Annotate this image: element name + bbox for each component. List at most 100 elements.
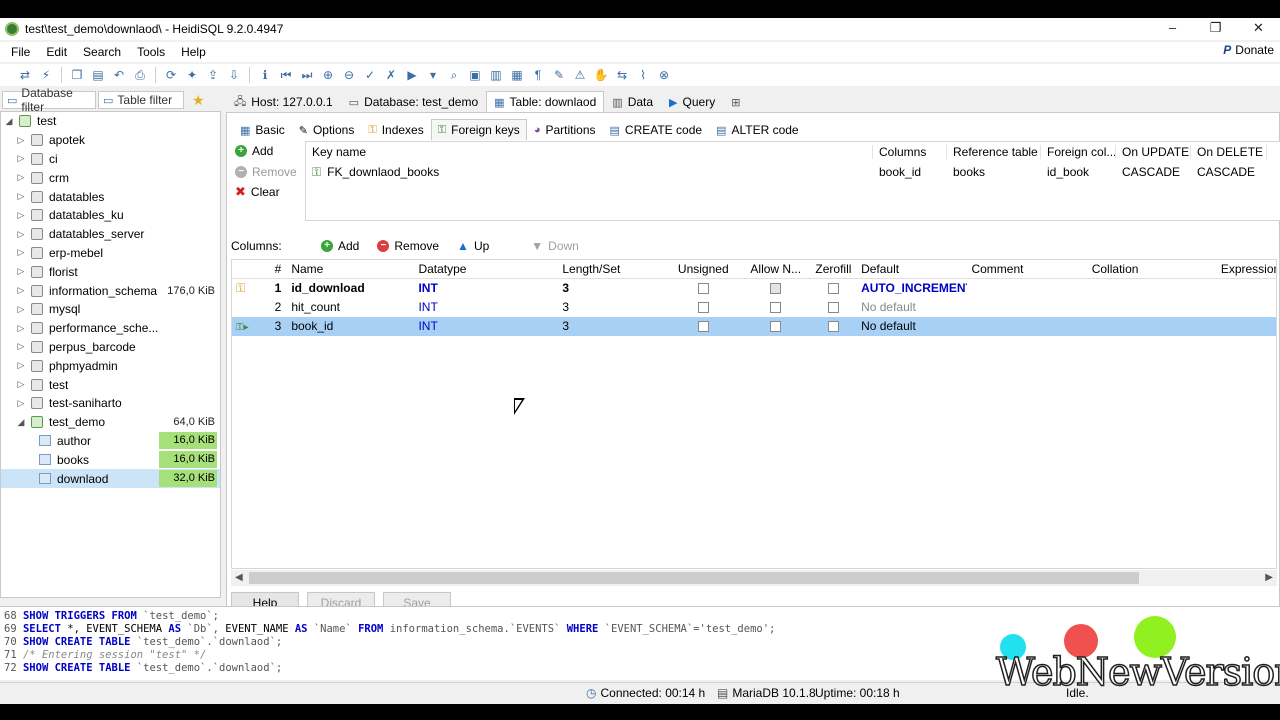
post-icon[interactable]: ✓	[361, 66, 379, 84]
default-cell[interactable]: No default	[857, 298, 967, 317]
fk-remove-button[interactable]: − Remove	[231, 162, 301, 183]
column-add-button[interactable]: + Add	[321, 239, 359, 253]
fk-header-key-name[interactable]: Key name	[306, 145, 873, 159]
expand-icon[interactable]: ▷	[15, 379, 27, 390]
zerofill-checkbox[interactable]	[827, 321, 839, 333]
expand-icon[interactable]: ▷	[15, 153, 27, 164]
tree-db-item[interactable]: ▷ performance_sche...	[1, 319, 220, 338]
zerofill-checkbox[interactable]	[827, 283, 839, 295]
tree-db-item[interactable]: ▷ datatables_ku	[1, 206, 220, 225]
print-icon[interactable]: ⎙	[131, 66, 149, 84]
header-datatype[interactable]: Datatype	[414, 260, 558, 279]
tab-table[interactable]: ▦ Table: downlaod	[486, 91, 605, 112]
header-length[interactable]: Length/Set	[558, 260, 661, 279]
allow-null-checkbox[interactable]	[770, 302, 782, 314]
insert-record-icon[interactable]: ⊕	[319, 66, 337, 84]
unsigned-checkbox[interactable]	[697, 321, 709, 333]
collation-cell[interactable]	[1088, 298, 1217, 317]
length-cell[interactable]: 3	[558, 298, 661, 317]
collation-cell[interactable]	[1088, 317, 1217, 336]
scrollbar-thumb[interactable]	[249, 572, 1139, 584]
undo-icon[interactable]: ↶	[110, 66, 128, 84]
expand-icon[interactable]: ▷	[15, 285, 27, 296]
table-filter-input[interactable]: ▭ Table filter	[98, 91, 184, 109]
menu-file[interactable]: File	[6, 45, 35, 59]
wrap-icon[interactable]: ⇆	[613, 66, 631, 84]
fk-columns-cell[interactable]: book_id	[873, 165, 947, 179]
fk-header-columns[interactable]: Columns	[873, 145, 947, 159]
refresh-icon[interactable]: ⟳	[162, 66, 180, 84]
header-expression[interactable]: Expression	[1217, 260, 1276, 279]
unsigned-checkbox[interactable]	[697, 283, 709, 295]
user-manager-icon[interactable]: ✦	[183, 66, 201, 84]
tree-table-item[interactable]: downlaod 32,0 KiB	[1, 469, 220, 488]
fk-header-on-delete[interactable]: On DELETE	[1191, 145, 1267, 159]
expression-cell[interactable]	[1217, 298, 1276, 317]
datatype-cell[interactable]: INT	[414, 317, 558, 336]
tree-db-item[interactable]: ▷ perpus_barcode	[1, 338, 220, 357]
column-up-button[interactable]: ▲ Up	[457, 239, 489, 253]
header-name[interactable]: Name	[287, 260, 414, 279]
tree-db-item[interactable]: ▷ crm	[1, 168, 220, 187]
allow-null-checkbox[interactable]	[770, 321, 782, 333]
comment-cell[interactable]	[967, 279, 1087, 298]
column-name-cell[interactable]: hit_count	[287, 298, 414, 317]
tree-db-item[interactable]: ▷ datatables_server	[1, 225, 220, 244]
header-comment[interactable]: Comment	[967, 260, 1087, 279]
fk-header-foreign-columns[interactable]: Foreign col...	[1041, 145, 1116, 159]
zerofill-checkbox[interactable]	[827, 302, 839, 314]
collapse-icon[interactable]: ◢	[3, 116, 15, 127]
tree-db-item[interactable]: ▷ ci	[1, 150, 220, 169]
menu-search[interactable]: Search	[78, 45, 126, 59]
tree-db-item[interactable]: ▷ phpmyadmin	[1, 356, 220, 375]
collation-cell[interactable]	[1088, 279, 1217, 298]
cancel-icon[interactable]: ✗	[382, 66, 400, 84]
subtab-alter-code[interactable]: ▤ ALTER code	[709, 119, 806, 140]
fk-on-delete-cell[interactable]: CASCADE	[1191, 165, 1267, 179]
warning-icon[interactable]: ⚠	[571, 66, 589, 84]
tree-db-item[interactable]: ▷ test	[1, 375, 220, 394]
header-zerofill[interactable]: Zerofill	[806, 260, 857, 279]
expand-icon[interactable]: ▷	[15, 229, 27, 240]
menu-edit[interactable]: Edit	[41, 45, 72, 59]
export-icon[interactable]: ⇪	[204, 66, 222, 84]
tree-db-item[interactable]: ▷ apotek	[1, 131, 220, 150]
comment-cell[interactable]	[967, 317, 1087, 336]
copy-icon[interactable]: ❐	[68, 66, 86, 84]
tab-host[interactable]: 🖧 Host: 127.0.0.1	[226, 91, 341, 112]
tree-table-item[interactable]: books 16,0 KiB	[1, 450, 220, 469]
tree-db-item[interactable]: ▷ information_schema 176,0 KiB	[1, 281, 220, 300]
favorites-star-icon[interactable]: ★	[192, 92, 205, 109]
horizontal-scrollbar[interactable]: ◀ ▶	[231, 570, 1277, 586]
first-record-icon[interactable]: ⏮	[277, 66, 295, 84]
close-button[interactable]: ✕	[1237, 18, 1280, 40]
expand-icon[interactable]: ▷	[15, 266, 27, 277]
tab-database[interactable]: ▭ Database: test_demo	[341, 91, 486, 112]
column-name-cell[interactable]: book_id	[287, 317, 414, 336]
expand-icon[interactable]: ▷	[15, 341, 27, 352]
fk-key-name-cell[interactable]: ⚿ FK_downlaod_books	[306, 165, 873, 180]
fk-add-button[interactable]: + Add	[231, 141, 301, 162]
fk-on-update-cell[interactable]: CASCADE	[1116, 165, 1191, 179]
fk-foreign-columns-cell[interactable]: id_book	[1041, 165, 1116, 179]
default-cell[interactable]: AUTO_INCREMENT	[857, 279, 967, 298]
last-record-icon[interactable]: ⏭	[298, 66, 316, 84]
edit-icon[interactable]: ✎	[550, 66, 568, 84]
tree-db-item[interactable]: ▷ test-saniharto	[1, 394, 220, 413]
subtab-create-code[interactable]: ▤ CREATE code	[603, 119, 710, 140]
header-allow-null[interactable]: Allow N...	[742, 260, 806, 279]
filter-icon[interactable]: ⌇	[634, 66, 652, 84]
save-sql-icon[interactable]: ▣	[466, 66, 484, 84]
expand-icon[interactable]: ▷	[15, 172, 27, 183]
exit-icon[interactable]: ⊗	[655, 66, 673, 84]
collapse-icon[interactable]: ◢	[15, 417, 27, 428]
unsigned-checkbox[interactable]	[697, 302, 709, 314]
stop-icon[interactable]: ✋	[592, 66, 610, 84]
session-manager-icon[interactable]: ⇄	[16, 66, 34, 84]
datatype-cell[interactable]: INT	[414, 298, 558, 317]
fk-row[interactable]: ⚿ FK_downlaod_books book_id books id_book…	[306, 162, 1280, 182]
table-row[interactable]: 2 hit_count INT 3 No default	[232, 298, 1276, 317]
fk-clear-button[interactable]: ✖ Clear	[231, 182, 301, 203]
header-default[interactable]: Default	[857, 260, 967, 279]
tree-db-item[interactable]: ▷ florist	[1, 262, 220, 281]
